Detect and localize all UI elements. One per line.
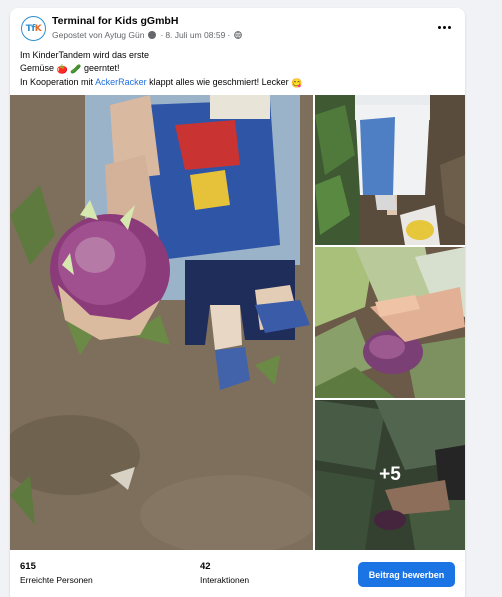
side-photo-2[interactable] [315,247,465,398]
author-line[interactable]: Gepostet von Aytug Gün [52,30,144,40]
avatar[interactable]: Tf K [21,16,46,41]
tomato-emoji-icon: 🍅 [56,64,68,74]
post-text-line-1: Im KinderTandem wird das erste [20,50,150,60]
side-photo-3[interactable]: +5 [315,400,465,550]
main-photo[interactable] [10,95,313,550]
hand-kohlrabi-photo [315,247,465,398]
globe-icon [234,31,243,39]
ackerracker-link[interactable]: AckerRacker [95,77,147,87]
post-text: Im KinderTandem wird das erste Gemüse 🍅 … [20,49,450,90]
dot-icon [447,25,451,29]
post-card: Tf K Terminal for Kids gGmbH Gepostet von… [10,8,465,597]
page-name[interactable]: Terminal for Kids gGmbH [52,15,178,27]
more-photos-count: +5 [379,464,401,485]
post-meta: Gepostet von Aytug Gün · 8. Juli um 08:5… [52,30,243,40]
child-bucket-photo [315,95,465,245]
more-photos-overlay[interactable]: +5 [315,400,465,550]
info-icon[interactable] [148,31,157,39]
photo-gallery: +5 [10,95,465,550]
post-header: Tf K Terminal for Kids gGmbH Gepostet von… [10,8,465,48]
post-date[interactable]: 8. Juli um 08:59 [165,30,225,40]
dot-icon [437,25,441,29]
more-options-button[interactable] [433,19,455,35]
post-text-line-3: In Kooperation mit AckerRacker klappt al… [20,76,450,90]
boost-post-button[interactable]: Beitrag bewerben [358,562,455,587]
kohlrabi-child-photo [10,95,313,550]
meta-separator: · [160,30,164,40]
interactions-value: 42 [200,561,211,572]
text-segment: In Kooperation mit [20,77,94,87]
post-text-line-2: Gemüse 🍅 🥒 geerntet! [20,62,450,76]
post-stats: 615 Erreichte Personen 42 Interaktionen … [10,550,465,597]
yum-emoji-icon: 😋 [291,78,303,88]
cucumber-emoji-icon: 🥒 [70,64,82,74]
avatar-text: Tf [25,23,36,34]
side-photo-1[interactable] [315,95,465,245]
avatar-text-accent: K [34,23,42,34]
meta-separator-2: · [227,30,231,40]
reach-label: Erreichte Personen [20,575,93,585]
interactions-label: Interaktionen [200,575,250,585]
text-segment: geerntet! [84,63,120,73]
dot-icon [442,25,446,29]
reach-stat[interactable]: 615 Erreichte Personen [20,561,93,585]
text-segment: Gemüse [20,63,55,73]
text-segment: klappt alles wie geschmiert! Lecker [149,77,289,87]
reach-value: 615 [20,561,36,572]
interactions-stat[interactable]: 42 Interaktionen [200,561,249,585]
